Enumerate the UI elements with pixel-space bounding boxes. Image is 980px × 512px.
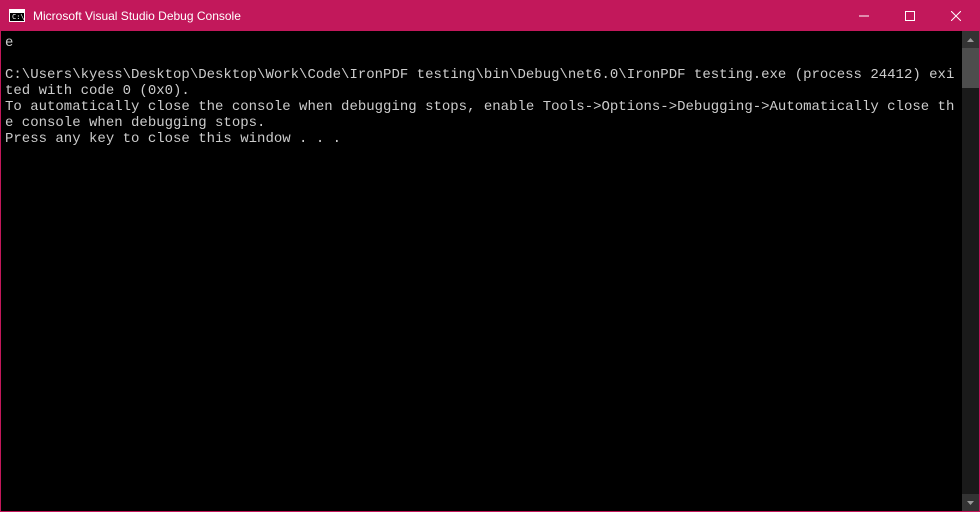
maximize-button[interactable] [887,1,933,31]
scroll-thumb[interactable] [962,48,979,88]
vertical-scrollbar[interactable] [962,31,979,511]
svg-text:C:\: C:\ [12,13,25,21]
close-button[interactable] [933,1,979,31]
titlebar[interactable]: C:\ Microsoft Visual Studio Debug Consol… [1,1,979,31]
window-title: Microsoft Visual Studio Debug Console [33,9,241,23]
window: C:\ Microsoft Visual Studio Debug Consol… [0,0,980,512]
app-icon: C:\ [9,8,25,24]
console-output[interactable]: e C:\Users\kyess\Desktop\Desktop\Work\Co… [1,31,962,511]
minimize-button[interactable] [841,1,887,31]
scroll-down-button[interactable] [962,494,979,511]
client-area: e C:\Users\kyess\Desktop\Desktop\Work\Co… [1,31,979,511]
scroll-up-button[interactable] [962,31,979,48]
